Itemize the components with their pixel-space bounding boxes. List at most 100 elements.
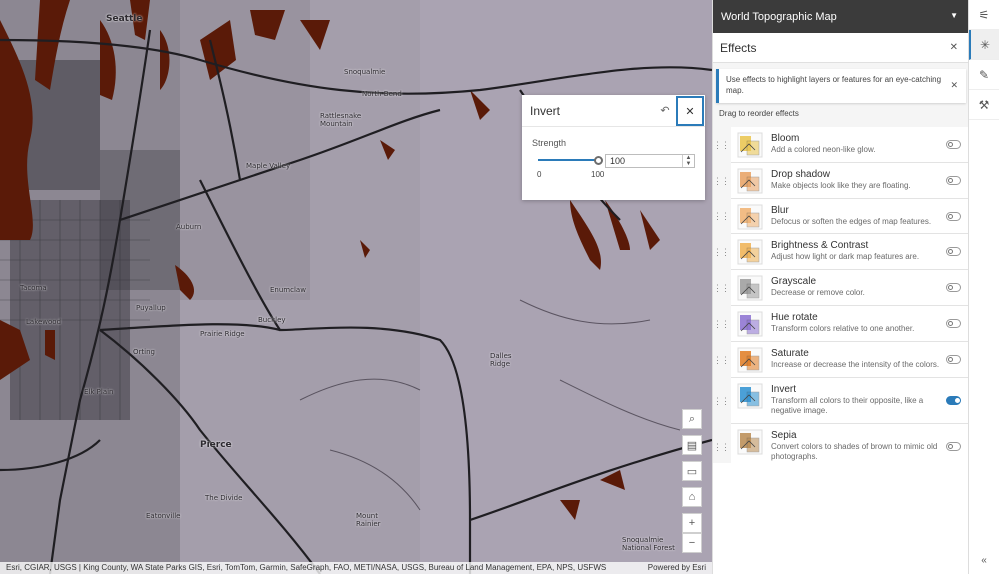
strength-slider[interactable] [538,156,603,165]
stepper-arrows-icon[interactable]: ▲ ▼ [682,155,694,167]
map-label-lakewood: Lakewood [26,318,62,326]
effect-description: Decrease or remove color. [771,288,865,298]
attribution-text: Esri, CGIAR, USGS | King County, WA Stat… [6,563,607,572]
effect-card[interactable]: Hue rotate Transform colors relative to o… [731,305,969,342]
effect-item[interactable]: ⋮⋮ Blur Defocus or soften the edges of map… [713,198,969,235]
effect-toggle[interactable] [946,283,961,293]
strength-input[interactable]: 100 ▲ ▼ [605,154,695,168]
drag-handle-icon[interactable]: ⋮⋮ [713,248,730,257]
toggle-knob [955,397,960,403]
effect-card[interactable]: Bloom Add a colored neon-like glow. [731,127,969,163]
search-button[interactable]: ⌕ [682,409,702,429]
effect-toggle[interactable] [946,175,961,185]
attribution-bar: Esri, CGIAR, USGS | King County, WA Stat… [0,562,712,574]
drag-handle-icon[interactable]: ⋮⋮ [713,396,730,405]
effect-card[interactable]: Grayscale Decrease or remove color. [731,270,969,306]
strength-value: 100 [610,156,626,166]
map-label-buckley: Buckley [258,316,286,324]
layers-button[interactable]: ▤ [682,435,702,455]
chevron-down-icon[interactable]: ▼ [950,11,958,20]
drag-handle-icon[interactable]: ⋮⋮ [713,442,730,451]
notice-close-button[interactable]: ✕ [950,80,958,91]
map-view[interactable]: Seattle Snoqualmie North Bend Rattlesnak… [0,0,712,574]
effect-item[interactable]: ⋮⋮ Saturate Increase or decrease the inten… [713,341,969,378]
effect-toggle[interactable] [946,140,961,149]
effect-thumbnail-icon [737,239,763,265]
effect-toggle[interactable] [946,211,961,221]
effect-description: Transform all colors to their opposite, … [771,395,924,415]
map-label-pierce: Pierce [200,440,232,450]
drag-handle-icon[interactable]: ⋮⋮ [713,176,730,185]
home-button[interactable]: ⌂ [682,487,702,507]
effect-item[interactable]: ⋮⋮ Hue rotate Transform colors relative to… [713,305,969,342]
toggle-knob [948,249,953,255]
effect-name: Invert [771,383,797,395]
effects-notice: Use effects to highlight layers or featu… [716,69,966,103]
sliders-button[interactable]: ⚟ [969,0,999,30]
effect-toggle[interactable] [946,247,961,257]
effect-toggle[interactable] [946,395,961,405]
effect-description: Transform colors relative to one another… [771,323,915,333]
collapse-icon[interactable]: « [969,555,999,566]
map-label-auburn: Auburn [176,223,202,231]
effect-thumbnail-icon [737,132,763,158]
effect-card[interactable]: Brightness & Contrast Adjust how light or… [731,234,969,271]
effect-item[interactable]: ⋮⋮ Brightness & Contrast Adjust how light … [713,234,969,271]
map-label-mount-rainier: Mount Rainier [356,512,381,528]
drag-handle-icon[interactable]: ⋮⋮ [713,319,730,328]
effect-item[interactable]: ⋮⋮ Bloom Add a colored neon-like glow. [713,127,969,163]
slider-max: 100 [591,170,605,179]
map-label-tacoma: Tacoma [20,284,47,292]
effect-card[interactable]: Saturate Increase or decrease the intensi… [731,341,969,378]
map-label-prairie-ridge: Prairie Ridge [200,330,245,338]
effect-item[interactable]: ⋮⋮ Invert Transform all colors to their op… [713,377,969,424]
effect-card[interactable]: Invert Transform all colors to their oppo… [731,377,969,424]
undo-icon[interactable]: ↶ [657,104,673,120]
effect-description: Defocus or soften the edges of map featu… [771,216,932,226]
effects-close-button[interactable]: ✕ [950,42,958,53]
effects-button[interactable]: ✳ [969,30,999,60]
notice-text: Use effects to highlight layers or featu… [726,75,942,95]
drag-handle-icon[interactable]: ⋮⋮ [713,212,730,221]
action-bar: ⚟ ✳ ✎ ⚒ « [968,0,999,574]
map-title-bar[interactable]: World Topographic Map ▼ [713,0,968,33]
popover-close-button[interactable]: ✕ [676,96,704,126]
panel-blank-area [713,463,969,574]
search-icon: ⌕ [688,412,696,425]
drag-handle-icon[interactable]: ⋮⋮ [713,355,730,364]
wrench-button[interactable]: ⚒ [969,90,999,120]
sliders-icon: ⚟ [978,7,990,22]
display-button[interactable]: ▭ [682,461,702,481]
effect-thumbnail-icon [737,168,763,194]
effect-thumbnail-icon [737,275,763,301]
drag-handle-icon[interactable]: ⋮⋮ [713,284,730,293]
effect-thumbnail-icon [737,204,763,230]
map-tools-group: ⌕ ▤ ▭ ⌂ + − [682,409,702,553]
effect-description: Increase or decrease the intensity of th… [771,359,940,369]
effect-item[interactable]: ⋮⋮ Drop shadow Make objects look like they… [713,162,969,199]
map-canvas [0,0,712,574]
effect-description: Adjust how light or dark map features ar… [771,252,920,262]
zoom-out-button[interactable]: − [682,533,702,553]
effect-card[interactable]: Blur Defocus or soften the edges of map f… [731,198,969,235]
effect-name: Drop shadow [771,168,830,180]
drag-handle-icon[interactable]: ⋮⋮ [713,140,730,149]
pen-button[interactable]: ✎ [969,60,999,90]
home-icon: ⌂ [688,491,696,503]
toggle-knob [948,320,953,326]
map-label-dalles-ridge: Dalles Ridge [490,352,512,368]
effect-card[interactable]: Drop shadow Make objects look like they a… [731,162,969,199]
effect-item[interactable]: ⋮⋮ Grayscale Decrease or remove color. [713,270,969,306]
zoom-in-button[interactable]: + [682,513,702,533]
powered-by[interactable]: Powered by Esri [648,562,706,574]
effect-toggle[interactable] [946,441,961,451]
effects-list: ⋮⋮ Bloom Add a colored neon-like glow. ⋮⋮ Dr… [713,127,969,470]
toggle-knob [948,443,953,449]
monitor-icon: ▭ [686,465,698,478]
effect-toggle[interactable] [946,318,961,328]
map-label-maple-valley: Maple Valley [246,162,291,170]
slider-thumb[interactable] [594,156,603,165]
map-label-north-bend: North Bend [362,90,402,98]
slider-min: 0 [537,170,542,179]
effect-toggle[interactable] [946,354,961,364]
